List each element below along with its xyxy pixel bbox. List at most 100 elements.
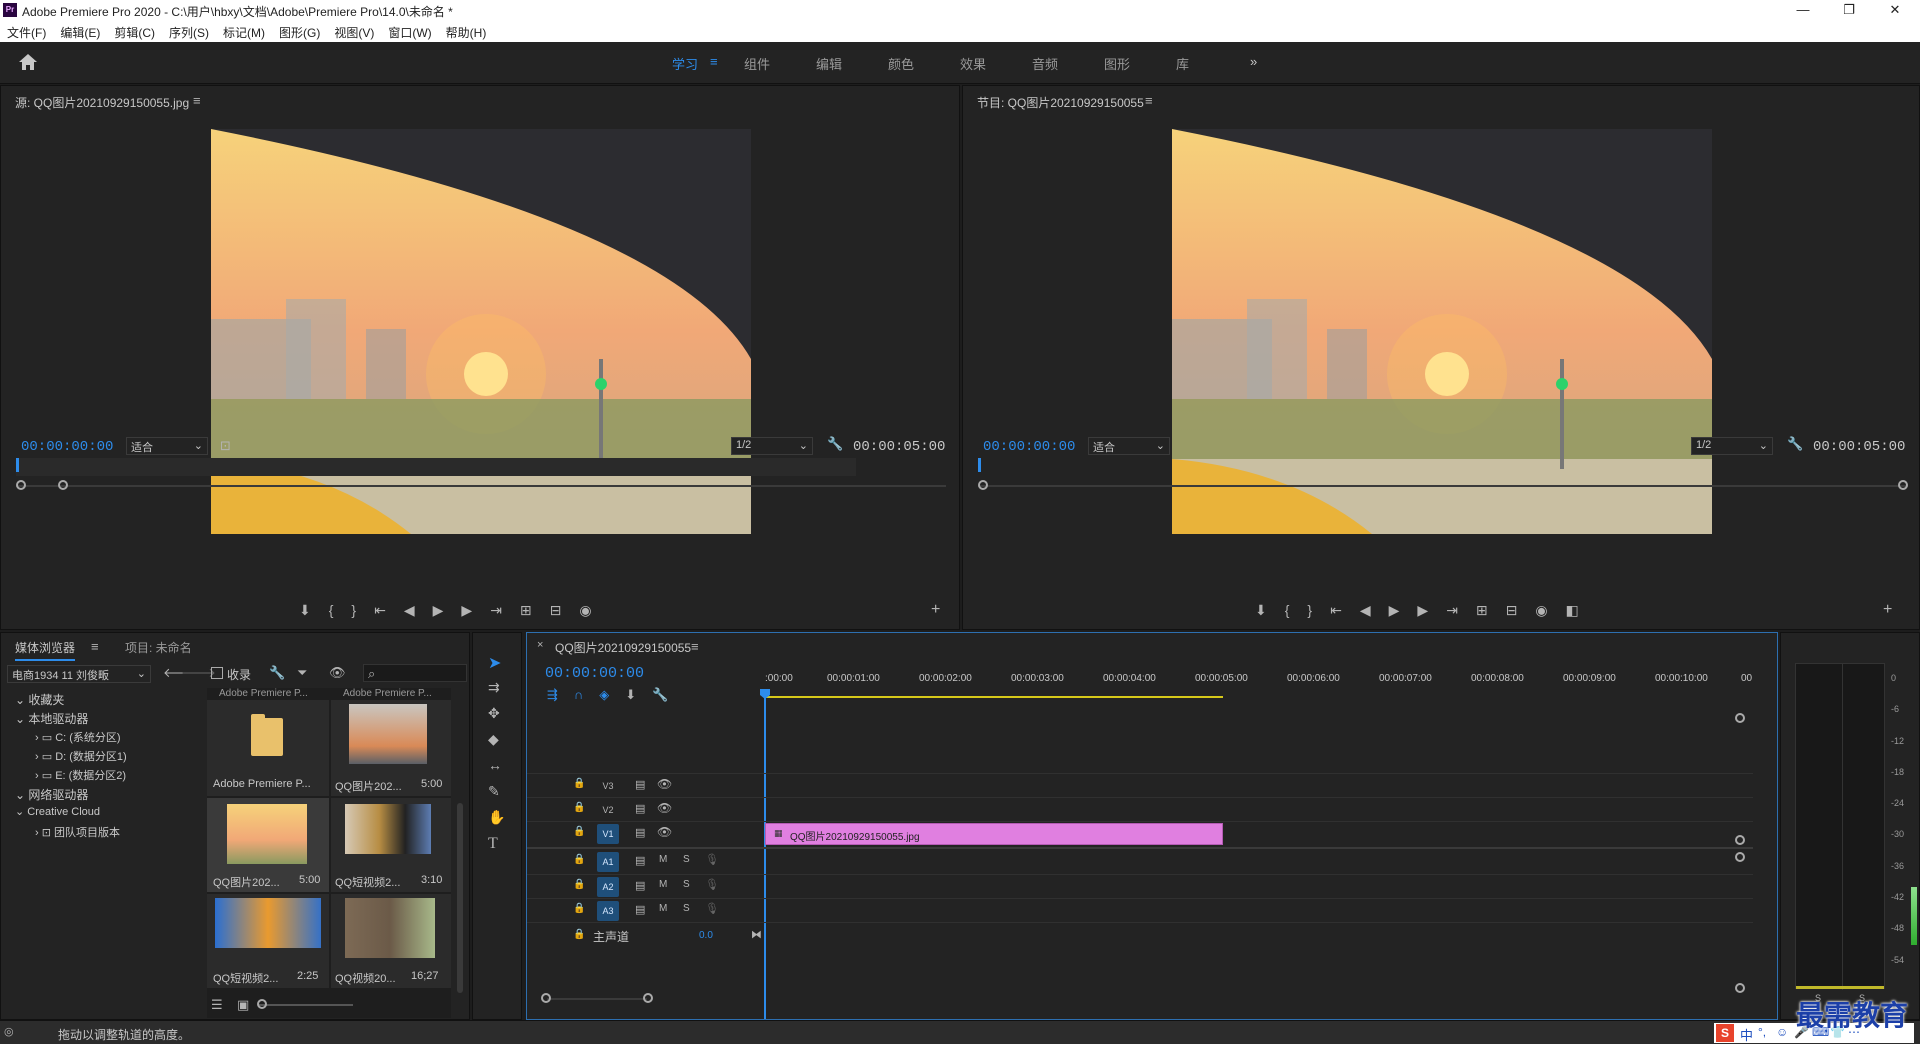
ime-mode-chinese[interactable]: 中 [1740,1025,1753,1044]
add-button-icon[interactable]: + [1883,601,1892,619]
extract-icon[interactable]: ⊟ [1506,602,1536,618]
workspace-libraries[interactable]: 库 [1176,54,1189,73]
wrench-icon[interactable]: 🔧 [827,436,843,452]
zoom-handle-left[interactable] [978,480,988,490]
zoom-handle-left[interactable] [16,480,26,490]
program-monitor-title[interactable]: 节目: QQ图片20210929150055 [977,94,1144,111]
panel-menu-icon[interactable]: ≡ [691,639,699,654]
menu-help[interactable]: 帮助(H) [439,20,494,41]
track-target-a1[interactable]: A1 [597,852,619,872]
track-target-a3[interactable]: A3 [597,901,619,921]
source-monitor-title[interactable]: 源: QQ图片20210929150055.jpg [15,94,189,111]
lock-icon[interactable]: 🔒 [573,903,585,914]
panel-menu-icon[interactable]: ≡ [91,639,99,654]
program-timecode-current[interactable]: 00:00:00:00 [983,439,1075,455]
tree-item-local-drives[interactable]: ⌄ 本地驱动器 [11,710,205,729]
sync-lock-icon[interactable]: ▤ [635,802,645,815]
home-icon[interactable] [18,53,38,71]
microphone-icon[interactable]: 🎙 [705,878,719,891]
master-expand-icon[interactable]: ⧓ [751,928,762,941]
workspace-editing[interactable]: 编辑 [816,54,842,73]
sync-lock-icon[interactable]: ▤ [635,778,645,791]
go-to-out-icon[interactable]: ⇥ [490,602,520,618]
timeline-clip[interactable]: ▦ QQ图片20210929150055.jpg [765,823,1223,845]
audio-scroll-handle-top[interactable] [1735,852,1745,862]
go-to-in-icon[interactable]: ⇤ [1330,602,1360,618]
thumbnail-scrollbar[interactable] [457,803,463,993]
solo-button[interactable]: S [683,854,690,865]
zoom-handle-right[interactable] [1898,480,1908,490]
microphone-icon[interactable]: 🎙 [705,902,719,915]
lift-icon[interactable]: ⊞ [1476,602,1506,618]
workspace-overflow-icon[interactable]: » [1250,54,1257,69]
sync-lock-icon[interactable]: ▤ [635,854,645,867]
filter-icon[interactable]: ⏷ [297,665,307,681]
solo-button[interactable]: S [683,903,690,914]
track-target-a2[interactable]: A2 [597,877,619,897]
ime-punctuation[interactable]: °, [1758,1025,1766,1039]
location-dropdown[interactable]: 电商1934 11 刘俊畈 ⌄ [7,665,151,683]
mark-in-icon[interactable]: { [329,602,352,618]
list-view-icon[interactable]: ☰ [211,997,223,1013]
workspace-graphics[interactable]: 图形 [1104,54,1130,73]
zoom-handle-right[interactable] [643,993,653,1003]
thumbnail-item[interactable]: QQ短视频2... 2:25 [207,894,329,988]
thumbnail-item-selected[interactable]: QQ图片202... 5:00 [207,798,329,892]
timeline-playhead[interactable] [764,689,766,1019]
program-zoom-bar[interactable] [978,485,1908,487]
lock-icon[interactable]: 🔒 [573,929,585,940]
menu-clip[interactable]: 剪辑(C) [107,20,162,41]
tree-item-drive-e[interactable]: › ▭ E: (数据分区2) [11,767,205,786]
razor-tool-icon[interactable]: ◆ [488,731,499,748]
mute-button[interactable]: M [659,854,667,865]
track-target-v2[interactable]: V2 [597,800,619,820]
settings-square-icon[interactable]: ⊡ [220,438,231,454]
minimize-button[interactable]: — [1780,0,1826,20]
program-video-frame[interactable] [1172,129,1712,534]
tree-item-team-projects[interactable]: › ⊡ 团队项目版本 [11,824,205,843]
microphone-icon[interactable]: 🎙 [705,853,719,866]
ingest-checkbox[interactable] [211,667,223,679]
pen-tool-icon[interactable]: ✎ [488,783,500,800]
timeline-timecode[interactable]: 00:00:00:00 [545,665,644,682]
step-forward-icon[interactable]: ▶ [461,602,490,618]
video-scroll-handle-top[interactable] [1735,713,1745,723]
maximize-button[interactable]: ❐ [1826,0,1872,20]
menu-sequence[interactable]: 序列(S) [162,20,216,41]
add-marker-icon[interactable]: ⬇ [1255,602,1285,618]
workspace-audio[interactable]: 音频 [1032,54,1058,73]
master-volume-value[interactable]: 0.0 [699,930,713,941]
panel-menu-icon[interactable]: ≡ [193,93,201,108]
mark-out-icon[interactable]: } [1307,602,1330,618]
program-resolution-dropdown[interactable]: 1/2 ⌄ [1691,437,1773,455]
export-frame-icon[interactable]: ◉ [579,602,609,618]
workspace-effects[interactable]: 效果 [960,54,986,73]
workspace-menu-icon[interactable]: ≡ [710,54,718,69]
ripple-edit-tool-icon[interactable]: ✥ [488,705,500,722]
wrench-icon[interactable]: 🔧 [1787,436,1803,452]
sync-lock-icon[interactable]: ▤ [635,826,645,839]
mark-in-icon[interactable]: { [1285,602,1308,618]
tree-item-creative-cloud[interactable]: ⌄ Creative Cloud [11,805,205,824]
tree-item-favorites[interactable]: ⌄ 收藏夹 [11,691,205,710]
thumbnail-item[interactable]: QQ视频20... 16;27 [331,894,451,988]
zoom-slider-handle[interactable] [257,999,267,1009]
audio-scroll-handle-bottom[interactable] [1735,983,1745,993]
lock-icon[interactable]: 🔒 [573,854,585,865]
icon-view-icon[interactable]: ▣ [237,997,249,1013]
zoom-handle-left[interactable] [541,993,551,1003]
play-icon[interactable]: ▶ [433,602,462,618]
step-forward-icon[interactable]: ▶ [1417,602,1446,618]
insert-icon[interactable]: ⊞ [520,602,550,618]
wrench-icon[interactable]: 🔧 [269,665,285,681]
hand-tool-icon[interactable]: ✋ [488,809,505,826]
play-icon[interactable]: ▶ [1389,602,1418,618]
thumbnail-item[interactable]: QQ图片202... 5:00 [331,700,451,796]
lock-icon[interactable]: 🔒 [573,778,585,789]
nest-icon[interactable]: ⇶ [547,687,574,702]
menu-file[interactable]: 文件(F) [0,20,53,41]
workspace-assembly[interactable]: 组件 [744,54,770,73]
step-back-icon[interactable]: ◀ [404,602,433,618]
work-area-bar[interactable] [765,696,1223,698]
thumbnail-item[interactable]: QQ短视频2... 3:10 [331,798,451,892]
